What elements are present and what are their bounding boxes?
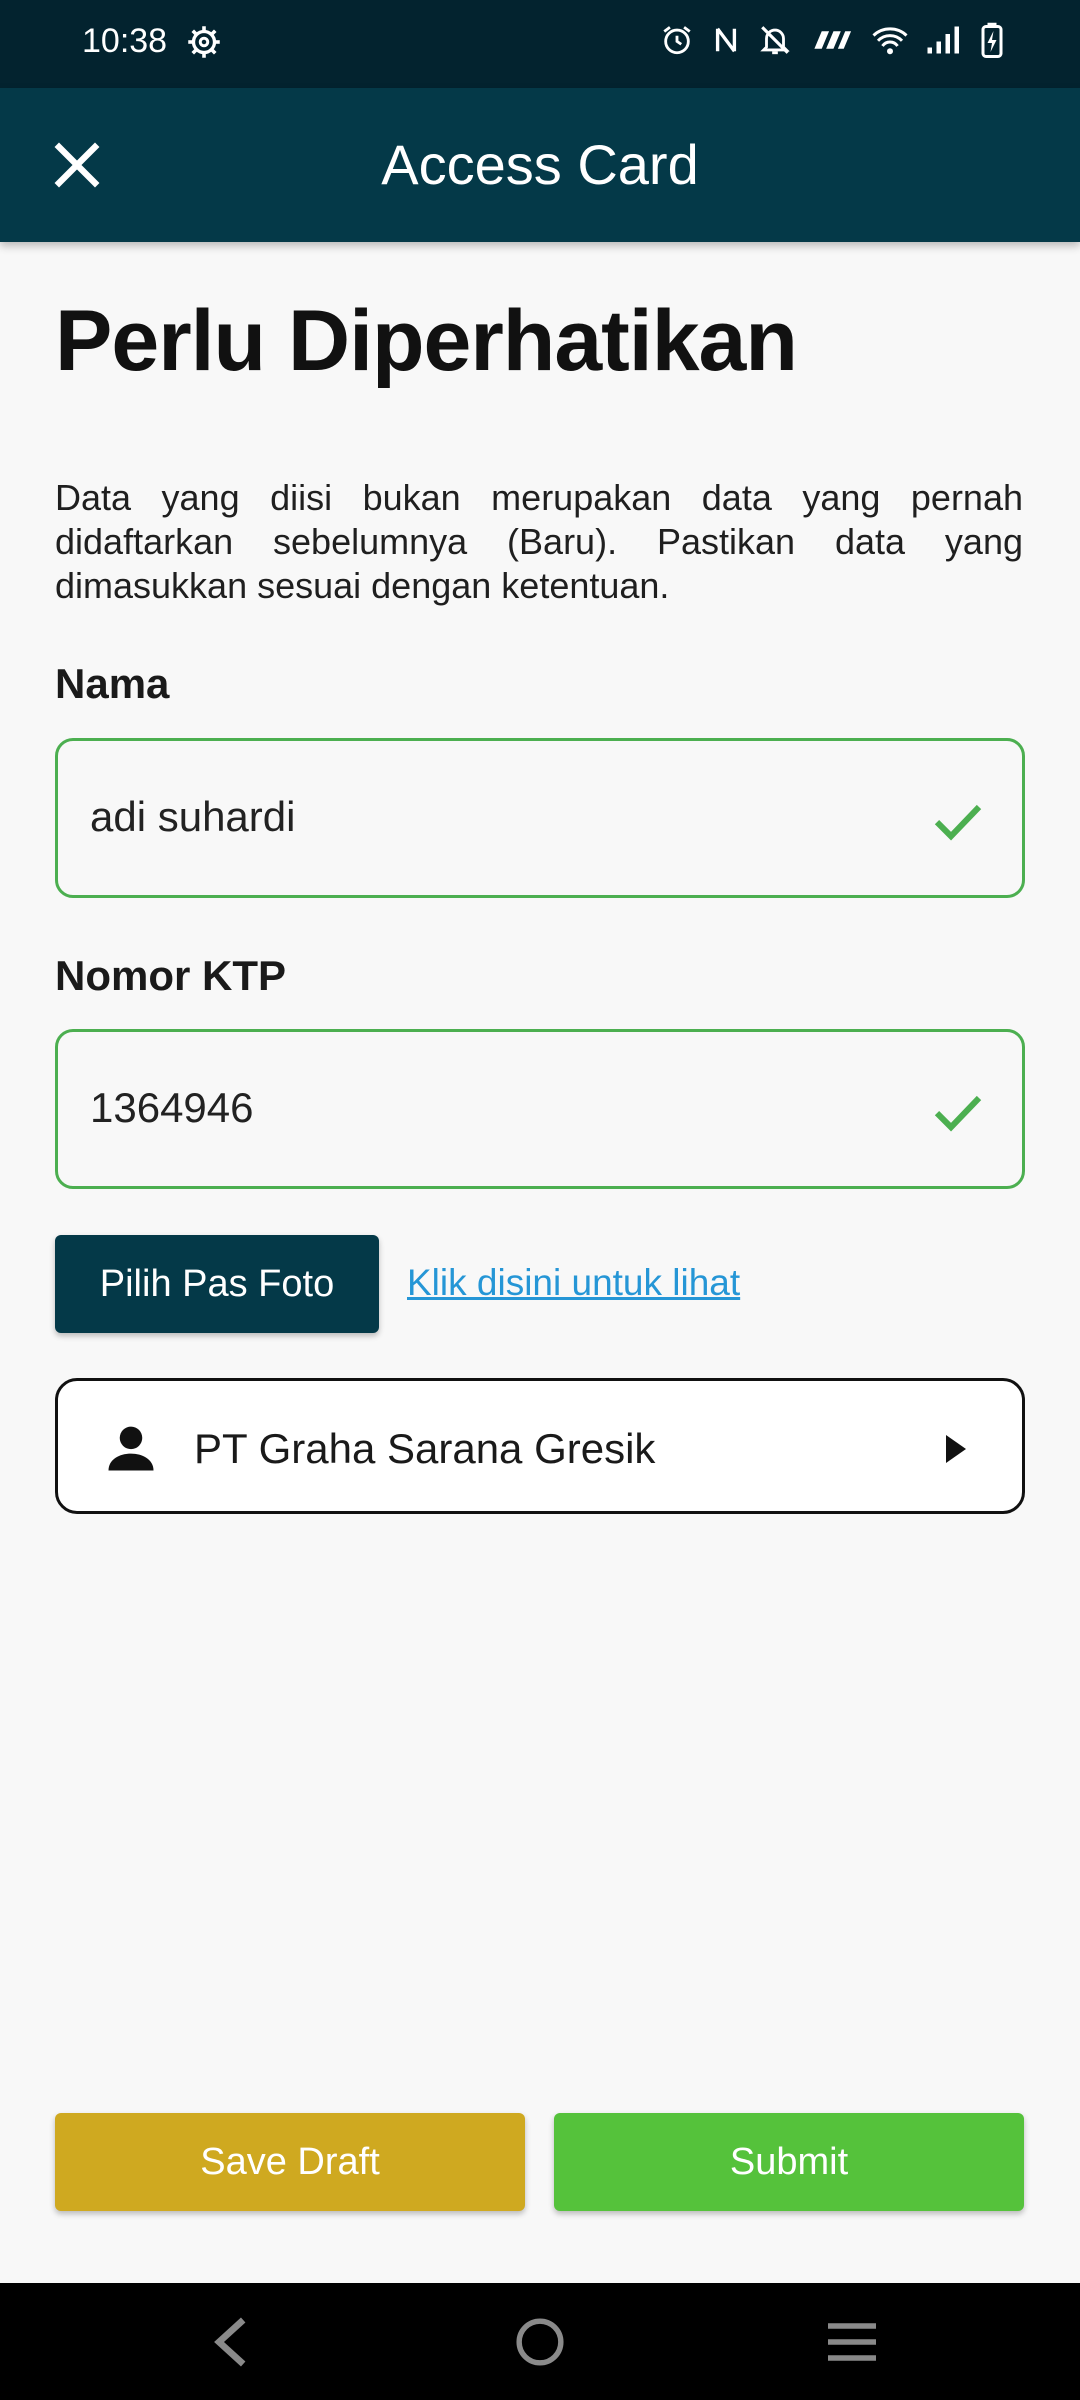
signal-icon	[927, 26, 959, 54]
app-title: Access Card	[381, 133, 699, 196]
person-icon	[108, 1426, 154, 1471]
choose-photo-button[interactable]: Pilih Pas Foto	[55, 1235, 379, 1333]
navigation-bar	[0, 2283, 1080, 2400]
recent-apps-icon[interactable]	[826, 2321, 878, 2363]
arrow-right-icon	[946, 1435, 966, 1463]
settings-gear-icon	[188, 26, 220, 58]
notifications-off-icon	[760, 26, 790, 55]
nama-label: Nama	[55, 660, 170, 707]
check-icon	[934, 804, 982, 841]
check-icon	[934, 1095, 982, 1132]
battery-charging-icon	[981, 22, 1003, 58]
save-draft-button[interactable]: Save Draft	[55, 2113, 525, 2211]
submit-button[interactable]: Submit	[554, 2113, 1024, 2211]
status-icons	[660, 22, 1004, 58]
ktp-value: 1364946	[90, 1084, 254, 1131]
back-icon[interactable]	[208, 2315, 252, 2369]
network-speed-icon	[814, 31, 852, 49]
intro-text: Data yang diisi bukan merupakan data yan…	[55, 477, 1023, 606]
status-bar: 10:38	[0, 0, 1080, 88]
app-bar: Access Card	[0, 88, 1080, 242]
ktp-input[interactable]: 1364946	[55, 1029, 1025, 1189]
status-time: 10:38	[82, 22, 168, 60]
company-name: PT Graha Sarana Gresik	[194, 1425, 656, 1472]
close-icon[interactable]	[50, 138, 104, 192]
wifi-icon	[872, 27, 908, 55]
alarm-icon	[663, 26, 691, 55]
home-icon[interactable]	[515, 2317, 565, 2367]
ktp-label: Nomor KTP	[55, 952, 286, 999]
page-title: Perlu Diperhatikan	[55, 293, 798, 389]
company-selector[interactable]: PT Graha Sarana Gresik	[55, 1378, 1025, 1514]
nfc-icon	[715, 27, 737, 53]
nama-input[interactable]: adi suhardi	[55, 738, 1025, 898]
nama-value: adi suhardi	[90, 793, 296, 840]
view-photo-link[interactable]: Klik disini untuk lihat	[407, 1262, 740, 1304]
